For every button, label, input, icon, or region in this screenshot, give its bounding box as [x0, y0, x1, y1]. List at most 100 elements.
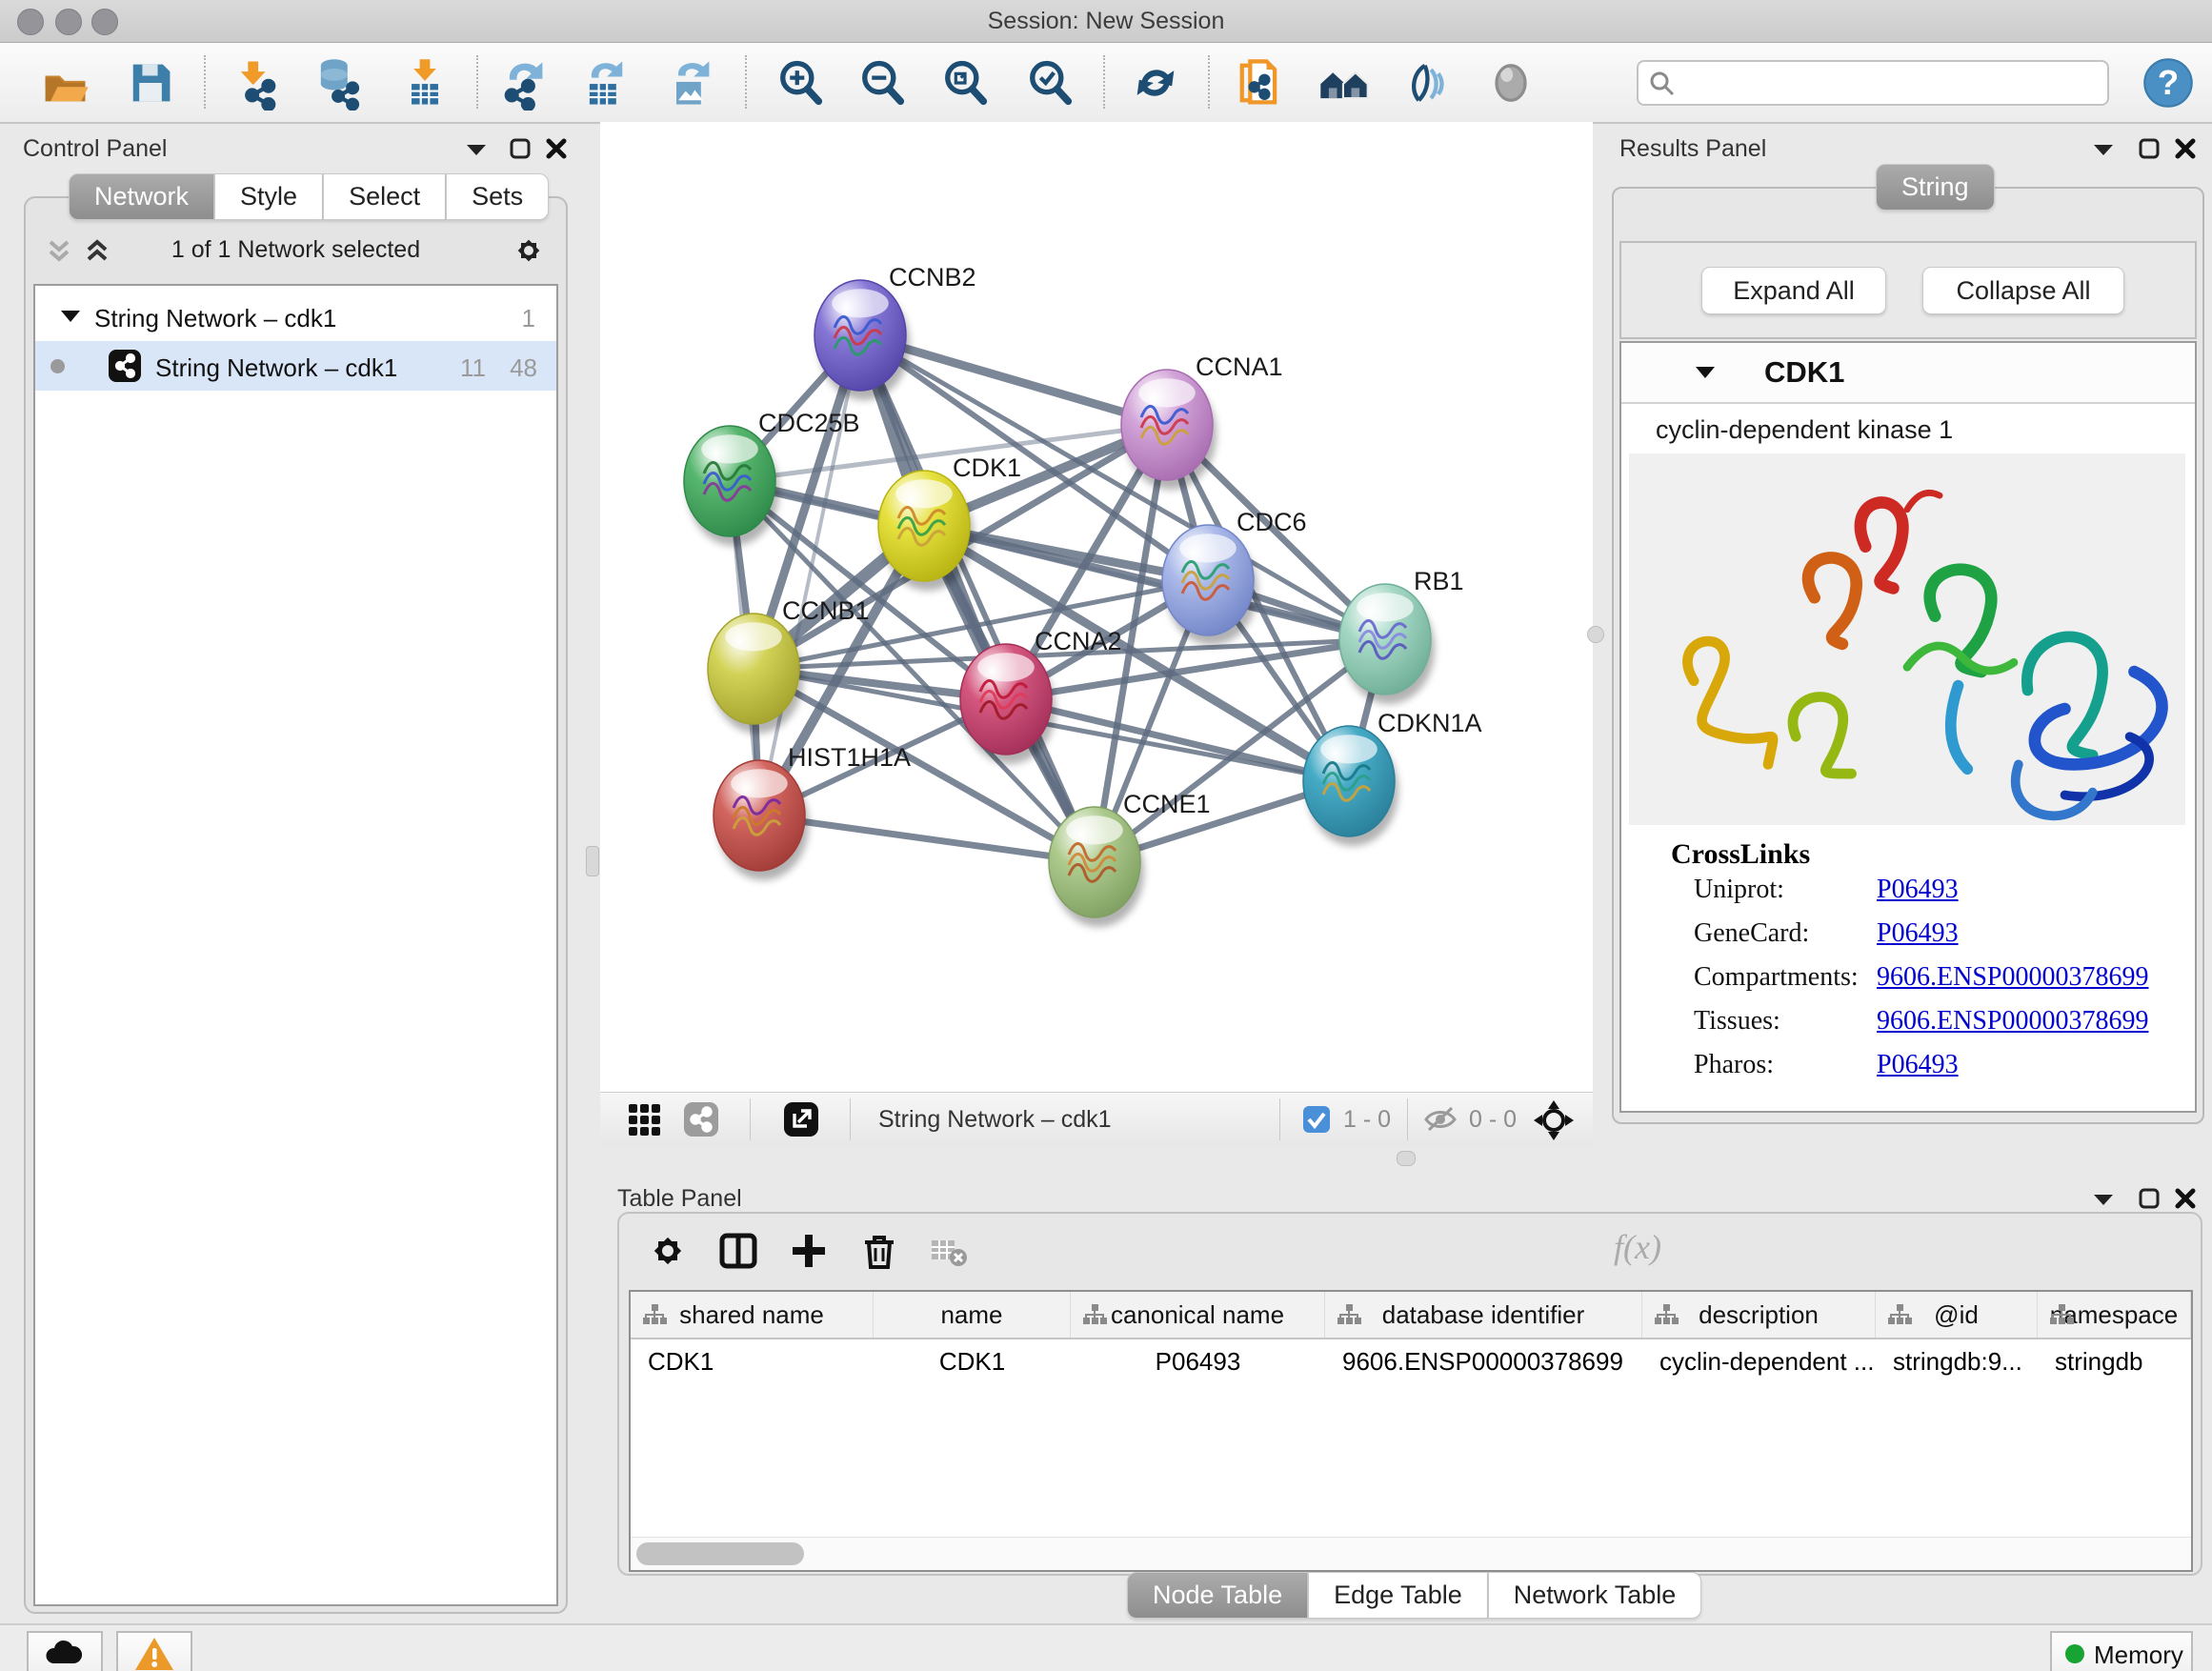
import-network-icon[interactable]: [230, 55, 285, 111]
hidden-eye-icon[interactable]: [1421, 1104, 1459, 1139]
tab-network[interactable]: Network: [69, 173, 214, 220]
warning-status-button[interactable]: [116, 1631, 192, 1671]
add-column-icon[interactable]: [787, 1229, 831, 1278]
node-label: CCNA2: [1035, 627, 1122, 655]
delete-column-icon[interactable]: [857, 1229, 901, 1278]
network-node-CDKN1A[interactable]: CDKN1A: [1303, 709, 1482, 846]
hidden-counts: 0 - 0: [1469, 1106, 1517, 1134]
selected-checkbox-icon[interactable]: [1301, 1104, 1332, 1139]
tab-sets[interactable]: Sets: [446, 173, 549, 220]
export-table-icon[interactable]: [577, 55, 633, 111]
memory-label: Memory: [2094, 1641, 2183, 1670]
column-header-name[interactable]: name: [874, 1292, 1071, 1338]
cloud-status-button[interactable]: [27, 1631, 103, 1671]
tab-node-table[interactable]: Node Table: [1127, 1572, 1308, 1619]
network-node-HIST1H1A[interactable]: HIST1H1A: [714, 743, 911, 880]
collection-expand-icon[interactable]: [60, 309, 81, 329]
help-icon[interactable]: ?: [2141, 55, 2196, 111]
network-node-CDC6[interactable]: CDC6: [1162, 508, 1307, 645]
crosslink-link[interactable]: P06493: [1877, 1050, 1959, 1080]
results-panel-title: Results Panel: [1619, 135, 1766, 163]
table-horizontal-scrollbar: [631, 1537, 2191, 1570]
zoom-fit-icon[interactable]: [937, 55, 993, 111]
home-icon[interactable]: [1317, 55, 1372, 111]
network-canvas[interactable]: CCNB2CCNA1CDC25BCDK1CDC6RB1CCNB1CCNA2CDK…: [600, 122, 1593, 1092]
table-cell[interactable]: CDK1: [631, 1339, 874, 1383]
table-panel-maximize-icon[interactable]: [2138, 1187, 2161, 1215]
node-label: CCNA1: [1196, 352, 1283, 381]
left-divider-handle[interactable]: [586, 846, 599, 876]
column-header-description[interactable]: description: [1642, 1292, 1876, 1338]
right-divider-handle[interactable]: [1587, 626, 1604, 643]
table-panel-float-icon[interactable]: [2092, 1191, 2115, 1213]
tab-string[interactable]: String: [1876, 164, 1995, 211]
crosslink-link[interactable]: 9606.ENSP00000378699: [1877, 1006, 2148, 1037]
shared-column-icon: [1887, 1303, 1912, 1326]
zoom-selected-icon[interactable]: [1022, 55, 1077, 111]
expand-all-button[interactable]: Expand All: [1701, 267, 1886, 314]
network-node-CCNB2[interactable]: CCNB2: [814, 263, 976, 400]
column-header-namespace[interactable]: namespace: [2038, 1292, 2191, 1338]
tab-edge-table[interactable]: Edge Table: [1308, 1572, 1488, 1619]
export-image-icon[interactable]: [662, 55, 717, 111]
refresh-icon[interactable]: [1128, 55, 1183, 111]
show-columns-icon[interactable]: [716, 1229, 760, 1278]
control-panel-maximize-icon[interactable]: [509, 137, 532, 165]
share-document-icon[interactable]: [1232, 55, 1287, 111]
show-graphics-details-icon[interactable]: [1400, 55, 1456, 111]
save-session-icon[interactable]: [123, 55, 178, 111]
open-session-icon[interactable]: [37, 55, 92, 111]
table-row[interactable]: CDK1CDK1P064939606.ENSP00000378699cyclin…: [631, 1339, 2191, 1383]
network-options-gear-icon[interactable]: [511, 232, 547, 273]
export-network-icon[interactable]: [495, 55, 551, 111]
result-entry-header[interactable]: CDK1: [1621, 343, 2195, 404]
results-panel-close-icon[interactable]: [2174, 137, 2197, 165]
open-in-new-window-icon[interactable]: [782, 1100, 820, 1143]
crosslink-link[interactable]: 9606.ENSP00000378699: [1877, 962, 2148, 993]
birds-eye-view-icon[interactable]: [1483, 55, 1538, 111]
network-collection-row[interactable]: String Network – cdk1 1: [35, 292, 556, 341]
table-cell[interactable]: stringdb: [2038, 1339, 2191, 1383]
network-edge[interactable]: [759, 815, 1095, 862]
import-network-from-database-icon[interactable]: [310, 55, 365, 111]
birds-eye-toggle-icon[interactable]: [1532, 1098, 1576, 1147]
grid-view-icon[interactable]: [625, 1100, 663, 1143]
table-panel-close-icon[interactable]: [2174, 1187, 2197, 1215]
control-panel-close-icon[interactable]: [545, 137, 568, 165]
table-gear-icon[interactable]: [646, 1229, 690, 1278]
table-cell[interactable]: P06493: [1071, 1339, 1325, 1383]
table-cell[interactable]: CDK1: [874, 1339, 1071, 1383]
network-share-view-icon[interactable]: [682, 1100, 720, 1143]
column-header-database-identifier[interactable]: database identifier: [1325, 1292, 1642, 1338]
zoom-in-icon[interactable]: [773, 55, 828, 111]
results-panel-maximize-icon[interactable]: [2138, 137, 2161, 165]
network-node-CCNA1[interactable]: CCNA1: [1121, 352, 1283, 490]
collapse-all-button[interactable]: Collapse All: [1922, 267, 2124, 314]
network-row-selected[interactable]: String Network – cdk1 11 48: [35, 341, 556, 391]
network-view-title: String Network – cdk1: [878, 1106, 1112, 1134]
memory-button[interactable]: Memory: [2050, 1631, 2193, 1671]
results-panel-float-icon[interactable]: [2092, 141, 2115, 163]
column-header-canonical-name[interactable]: canonical name: [1071, 1292, 1325, 1338]
shared-column-icon: [1082, 1303, 1107, 1326]
network-node-RB1[interactable]: RB1: [1339, 567, 1464, 704]
scrollbar-thumb[interactable]: [636, 1542, 804, 1565]
tab-select[interactable]: Select: [323, 173, 446, 220]
table-cell[interactable]: stringdb:9...: [1876, 1339, 2038, 1383]
shared-column-icon: [642, 1303, 667, 1326]
column-header-shared-name[interactable]: shared name: [631, 1292, 874, 1338]
toolbar-separator: [1103, 55, 1105, 109]
zoom-out-icon[interactable]: [855, 55, 910, 111]
crosslink-link[interactable]: P06493: [1877, 918, 1959, 949]
control-panel-float-icon[interactable]: [465, 141, 488, 163]
tab-network-table[interactable]: Network Table: [1488, 1572, 1702, 1619]
tab-style[interactable]: Style: [214, 173, 323, 220]
search-input[interactable]: [1684, 64, 2098, 100]
entry-collapse-icon[interactable]: [1694, 364, 1717, 386]
import-table-icon[interactable]: [397, 55, 452, 111]
table-cell[interactable]: cyclin-dependent ...: [1642, 1339, 1876, 1383]
column-header-@id[interactable]: @id: [1876, 1292, 2038, 1338]
crosslink-link[interactable]: P06493: [1877, 875, 1959, 905]
horizontal-divider-handle[interactable]: [1397, 1151, 1416, 1166]
table-cell[interactable]: 9606.ENSP00000378699: [1325, 1339, 1642, 1383]
